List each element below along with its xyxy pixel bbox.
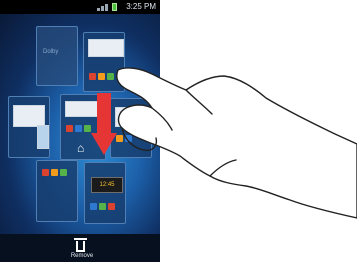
- hand-gesture: [116, 67, 357, 219]
